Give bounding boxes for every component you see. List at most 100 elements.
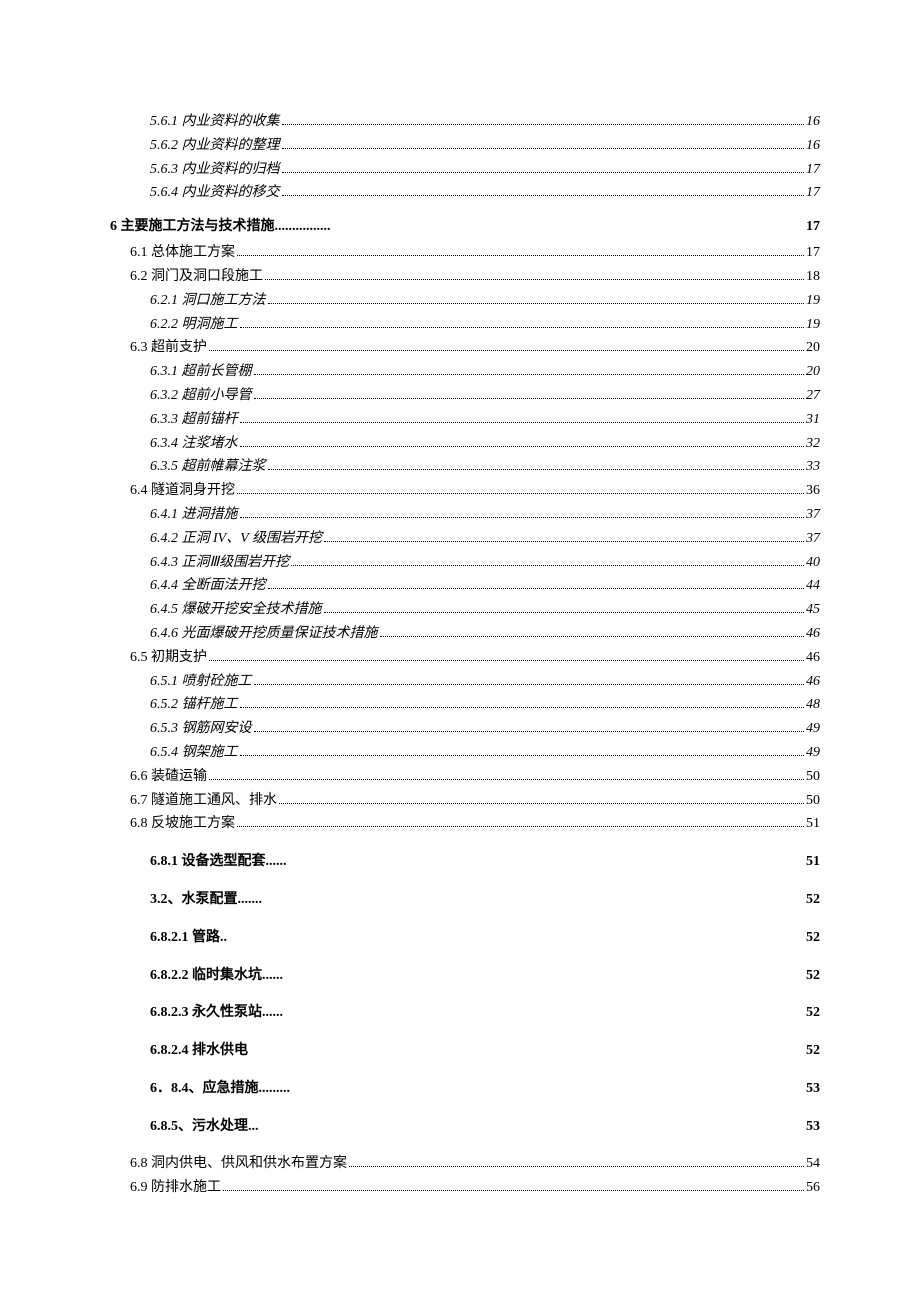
toc-leader-dots [254, 719, 805, 732]
toc-page-number: 52 [806, 888, 820, 912]
toc-list: 5.6.1 内业资料的收集165.6.2 内业资料的整理165.6.3 内业资料… [110, 110, 820, 1200]
toc-entry: 6.8.2.3 永久性泵站......52 [110, 1001, 820, 1025]
toc-entry: 5.6.4 内业资料的移交 17 [110, 181, 820, 205]
toc-page-number: 17 [806, 158, 820, 182]
toc-trail: ......... [259, 1077, 291, 1101]
toc-label: 6.8.2.4 排水供电 [150, 1039, 248, 1063]
toc-leader-dots [282, 160, 805, 173]
toc-leader-dots [349, 1155, 804, 1168]
toc-entry: 5.6.1 内业资料的收集16 [110, 110, 820, 134]
toc-entry: 6．8.4、应急措施.........53 [110, 1077, 820, 1101]
toc-leader-dots [268, 457, 805, 470]
toc-label: 5.6.4 内业资料的移交 [150, 181, 280, 205]
toc-leader-dots [282, 184, 805, 197]
toc-entry: 6.8.2.1 管路.. 52 [110, 926, 820, 950]
toc-leader-dots [282, 112, 805, 125]
toc-label: 6.8 反坡施工方案 [130, 812, 235, 836]
toc-entry: 6.4.4 全断面法开挖44 [110, 574, 820, 598]
toc-page-number: 51 [806, 812, 820, 836]
toc-entry: 6.3.2 超前小导管 27 [110, 384, 820, 408]
toc-page-number: 46 [806, 670, 820, 694]
toc-entry: 3.2、水泵配置....... 52 [110, 888, 820, 912]
toc-page-number: 19 [806, 289, 820, 313]
toc-page-number: 49 [806, 717, 820, 741]
toc-page-number: 51 [806, 850, 820, 874]
toc-page-number: 49 [806, 741, 820, 765]
toc-page-number: 48 [806, 693, 820, 717]
toc-section-head: 6 主要施工方法与技术措施................17 [110, 215, 820, 235]
toc-leader-dots [209, 338, 804, 351]
toc-page-number: 56 [806, 1176, 820, 1200]
toc-label: 6.5.3 钢筋网安设 [150, 717, 252, 741]
toc-leader-dots [268, 576, 805, 589]
toc-label: 6.4.6 光面爆破开挖质量保证技术措施 [150, 622, 378, 646]
toc-page-number: 17 [806, 241, 820, 265]
toc-page-number: 46 [806, 622, 820, 646]
toc-label: 6.8.2.3 永久性泵站 [150, 1001, 262, 1025]
toc-trail: ....... [238, 888, 263, 912]
toc-trail: ...... [262, 1001, 283, 1025]
toc-label: 6 主要施工方法与技术措施 [110, 215, 275, 235]
toc-leader-dots [240, 695, 805, 708]
toc-entry: 6.4 隧道洞身开挖36 [110, 479, 820, 503]
toc-leader-dots [223, 1178, 804, 1191]
toc-page-number: 20 [806, 336, 820, 360]
toc-label: 6.3.1 超前长管棚 [150, 360, 252, 384]
toc-page-number: 52 [806, 926, 820, 950]
toc-entry: 6.8.1 设备选型配套......51 [110, 850, 820, 874]
toc-entry: 6.3.1 超前长管棚 20 [110, 360, 820, 384]
toc-page-number: 20 [806, 360, 820, 384]
toc-label: 6.5.1 喷射砼施工 [150, 670, 252, 694]
toc-leader-dots [265, 267, 804, 280]
toc-entry: 6.9 防排水施工 56 [110, 1176, 820, 1200]
toc-sub-block: 6.8.1 设备选型配套......513.2、水泵配置.......526.8… [110, 850, 820, 1138]
toc-entry: 6.3.3 超前锚杆31 [110, 408, 820, 432]
toc-page-number: 37 [806, 503, 820, 527]
toc-entry: 6.4.1 进洞措施37 [110, 503, 820, 527]
toc-label: 6.8.2.2 临时集水坑 [150, 964, 262, 988]
toc-page-number: 31 [806, 408, 820, 432]
toc-label: 6.2.1 洞口施工方法 [150, 289, 266, 313]
toc-entry: 6.4.5 爆破开挖安全技术措施 45 [110, 598, 820, 622]
toc-page-number: 46 [806, 646, 820, 670]
toc-page-number: 45 [806, 598, 820, 622]
toc-page-number: 19 [806, 313, 820, 337]
toc-label: 6.3.5 超前帷幕注浆 [150, 455, 266, 479]
toc-trail: .. [220, 926, 227, 950]
toc-leader-dots [237, 481, 804, 494]
toc-entry: 5.6.3 内业资料的归档17 [110, 158, 820, 182]
toc-leader-dots [380, 624, 805, 637]
toc-label: 6.8.5、污水处理 [150, 1115, 248, 1139]
toc-label: 6.4.3 正洞Ⅲ级围岩开挖 [150, 551, 289, 575]
toc-entry: 6.7 隧道施工通风、排水50 [110, 789, 820, 813]
toc-label: 6.5 初期支护 [130, 646, 207, 670]
toc-entry: 6.8 洞内供电、供风和供水布置方案54 [110, 1152, 820, 1176]
toc-label: 3.2、水泵配置 [150, 888, 238, 912]
toc-entry: 6.5 初期支护 46 [110, 646, 820, 670]
toc-label: 6．8.4、应急措施 [150, 1077, 259, 1101]
toc-page-number: 52 [806, 1039, 820, 1063]
toc-label: 6.5.4 钢架施工 [150, 741, 238, 765]
toc-page-number: 17 [806, 181, 820, 205]
toc-label: 6.3.2 超前小导管 [150, 384, 252, 408]
toc-leader-dots [240, 434, 805, 447]
toc-label: 6.3 超前支护 [130, 336, 207, 360]
toc-entry: 6.1 总体施工方案17 [110, 241, 820, 265]
toc-leader-dots [268, 291, 805, 304]
toc-entry: 6.8 反坡施工方案 51 [110, 812, 820, 836]
toc-entry: 6.5.4 钢架施工 49 [110, 741, 820, 765]
toc-leader-dots [254, 362, 805, 375]
toc-trail: ...... [262, 964, 283, 988]
toc-leader-dots [254, 672, 805, 685]
toc-page-number: 17 [806, 219, 820, 235]
toc-leader-dots [209, 767, 804, 780]
toc-label: 6.9 防排水施工 [130, 1176, 221, 1200]
toc-label: 6.4.5 爆破开挖安全技术措施 [150, 598, 322, 622]
toc-entry: 6.8.5、污水处理...53 [110, 1115, 820, 1139]
toc-page-number: 27 [806, 384, 820, 408]
toc-leader-dots [237, 243, 804, 256]
toc-label: 6.8.2.1 管路 [150, 926, 220, 950]
toc-label: 6.7 隧道施工通风、排水 [130, 789, 277, 813]
toc-label: 5.6.2 内业资料的整理 [150, 134, 280, 158]
toc-page-number: 53 [806, 1115, 820, 1139]
